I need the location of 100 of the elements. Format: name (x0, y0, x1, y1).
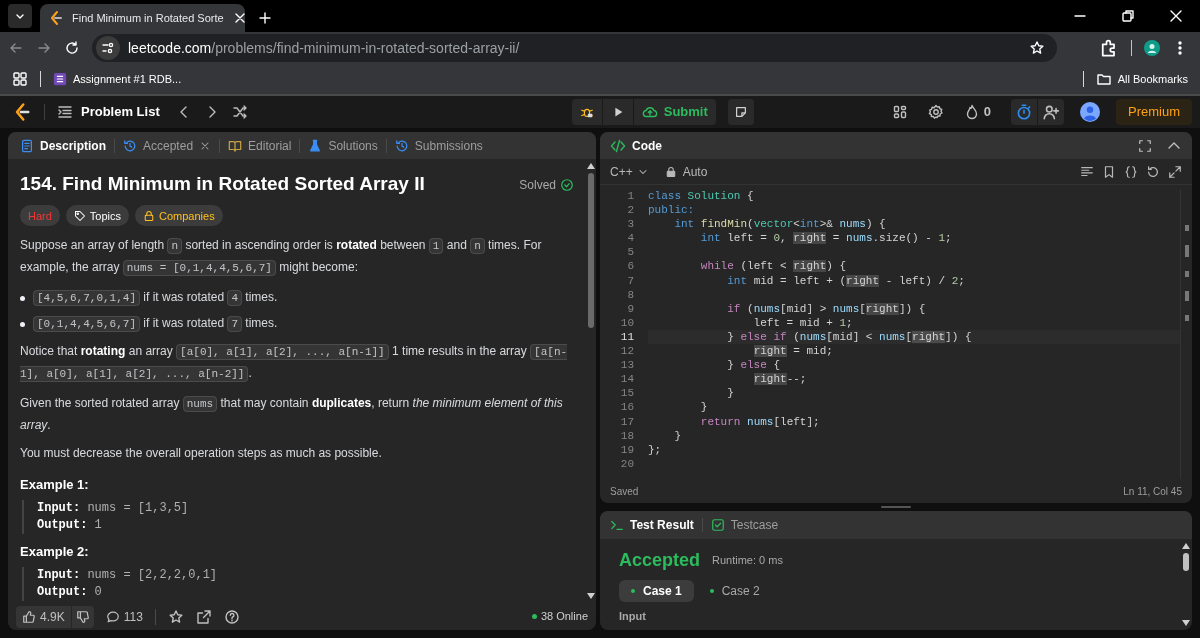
panel-tab[interactable]: Accepted (123, 136, 194, 155)
braces-icon[interactable] (1124, 164, 1138, 179)
premium-button[interactable]: Premium (1116, 99, 1192, 125)
line-number: 20 (619, 456, 634, 471)
flask-icon (308, 138, 323, 153)
timer-icon[interactable] (1011, 99, 1037, 125)
panel-title: Code (632, 137, 662, 155)
companies-button[interactable]: Companies (135, 205, 223, 226)
runtime-text: Runtime: 0 ms (712, 553, 783, 569)
example-line: Output: 1 (37, 517, 103, 534)
submit-button[interactable]: Submit (633, 99, 716, 125)
code-brackets-icon (610, 137, 626, 154)
history-icon (123, 138, 137, 153)
line-number: 13 (619, 358, 634, 373)
add-person-icon[interactable] (1038, 99, 1064, 125)
form-icon (53, 72, 67, 86)
bookmark-icon[interactable] (1102, 164, 1116, 179)
bookmark-link[interactable]: Assignment #1 RDB... (53, 70, 182, 88)
apps-icon[interactable] (12, 71, 28, 87)
close-icon[interactable] (1168, 8, 1184, 24)
line-number: 9 (626, 301, 634, 316)
panel-tab[interactable]: Testcase (710, 516, 779, 534)
comments-button[interactable]: 113 (105, 607, 143, 626)
problem-paragraph: Given the sorted rotated array nums that may contain duplicates, return the minimum element of this array. (20, 395, 564, 434)
language-dropdown[interactable]: C++ (610, 162, 649, 181)
format-icon[interactable] (1080, 164, 1094, 179)
run-icon[interactable] (602, 99, 633, 125)
line-number: 10 (619, 315, 634, 330)
line-number: 3 (626, 217, 634, 232)
case-tab[interactable]: Case 2 (697, 580, 772, 602)
expand-icon[interactable] (1168, 164, 1182, 179)
bullet-icon (20, 321, 25, 327)
scroll-down-arrow[interactable] (1182, 620, 1190, 626)
lock-icon (664, 165, 677, 178)
terminal-icon (610, 518, 624, 532)
code-line: if (nums[mid] > nums[right]) { (726, 301, 927, 316)
restore-icon[interactable] (1120, 8, 1136, 24)
line-number: 2 (626, 203, 634, 218)
code-line: int left = 0, right = nums.size() - 1; (699, 231, 953, 246)
online-count: 38 Online (531, 608, 588, 625)
all-bookmarks-link[interactable]: All Bookmarks (1095, 70, 1188, 88)
star-icon[interactable] (167, 608, 184, 625)
shuffle-icon[interactable] (231, 104, 248, 120)
example-line: Output: 0 (37, 584, 103, 601)
code-line: }; (648, 442, 663, 457)
panel-tab[interactable]: Submissions (394, 136, 483, 155)
code-line: } (699, 400, 709, 415)
code-line: class Solution { (648, 189, 755, 204)
settings-icon[interactable] (927, 104, 944, 120)
difficulty-badge: Hard (20, 205, 60, 226)
site-info-icon[interactable] (96, 36, 120, 60)
layout-icon[interactable] (891, 104, 908, 120)
line-number: 6 (626, 259, 634, 274)
scrollbar-thumb[interactable] (588, 173, 594, 328)
panel-tab[interactable]: Editorial (228, 136, 292, 155)
scrollbar-thumb[interactable] (1183, 553, 1189, 571)
new-tab-icon[interactable] (257, 10, 273, 26)
reset-icon[interactable] (1146, 164, 1160, 179)
bullet-text: [4,5,6,7,0,1,4] if it was rotated 4 times. (33, 287, 278, 309)
help-icon[interactable] (223, 608, 240, 625)
bookmark-star-icon[interactable] (1029, 40, 1045, 56)
problem-list-link[interactable]: Problem List (57, 102, 160, 122)
code-line: int findMin(vector<int>& nums) { (673, 217, 887, 232)
line-number: 14 (619, 372, 634, 387)
tab-list-icon[interactable] (8, 4, 32, 28)
line-number: 19 (619, 442, 634, 457)
line-number: 15 (619, 386, 634, 401)
streak-counter[interactable]: 0 (963, 102, 991, 122)
resize-handle[interactable] (881, 506, 911, 508)
bullet-text: [0,1,4,4,5,6,7] if it was rotated 7 times. (33, 313, 278, 335)
problem-paragraph: You must decrease the overall operation steps as much as possible. (20, 445, 383, 462)
address-bar[interactable]: leetcode.com/problems/find-minimum-in-rotated-sorted-array-ii/ (92, 34, 1057, 62)
folder-icon (1095, 71, 1112, 87)
panel-tab[interactable]: Test Result (610, 516, 694, 534)
code-line: while (left < right) { (699, 259, 848, 274)
fullscreen-icon[interactable] (1138, 138, 1152, 153)
panel-tab[interactable]: Description (20, 136, 106, 155)
code-logo-icon (48, 10, 64, 26)
note-icon[interactable] (727, 99, 754, 125)
comment-icon (105, 609, 120, 624)
example-heading: Example 1: (20, 476, 90, 494)
thumbs-up-icon (22, 609, 36, 624)
book-icon (228, 138, 243, 153)
code-line: right = mid; (752, 344, 834, 359)
user-avatar-icon[interactable] (1080, 102, 1100, 122)
case-tab[interactable]: Case 1 (619, 580, 694, 602)
line-number: 5 (626, 245, 634, 260)
panel-tab[interactable]: Solutions (308, 136, 378, 155)
bullet-icon (20, 295, 25, 301)
topics-button[interactable]: Topics (65, 205, 130, 226)
reload-icon[interactable] (64, 40, 80, 56)
cursor-position: Ln 11, Col 45 (1123, 484, 1182, 499)
browser-tab[interactable]: Find Minimum in Rotated Sorte (40, 4, 245, 32)
problem-paragraph: Notice that rotating an array [a[0], a[1], a[2], ..., a[n-1]] 1 time results in the array [a[n-1], a[0], a[1], a[2], ..., a[n-2]] . (20, 343, 569, 384)
debug-icon[interactable] (571, 99, 602, 125)
profile-avatar-icon[interactable] (1144, 40, 1160, 56)
share-icon[interactable] (195, 608, 212, 625)
line-number: 11 (619, 329, 634, 345)
verdict-text: Accepted (619, 549, 701, 572)
code-line: } (673, 428, 682, 443)
